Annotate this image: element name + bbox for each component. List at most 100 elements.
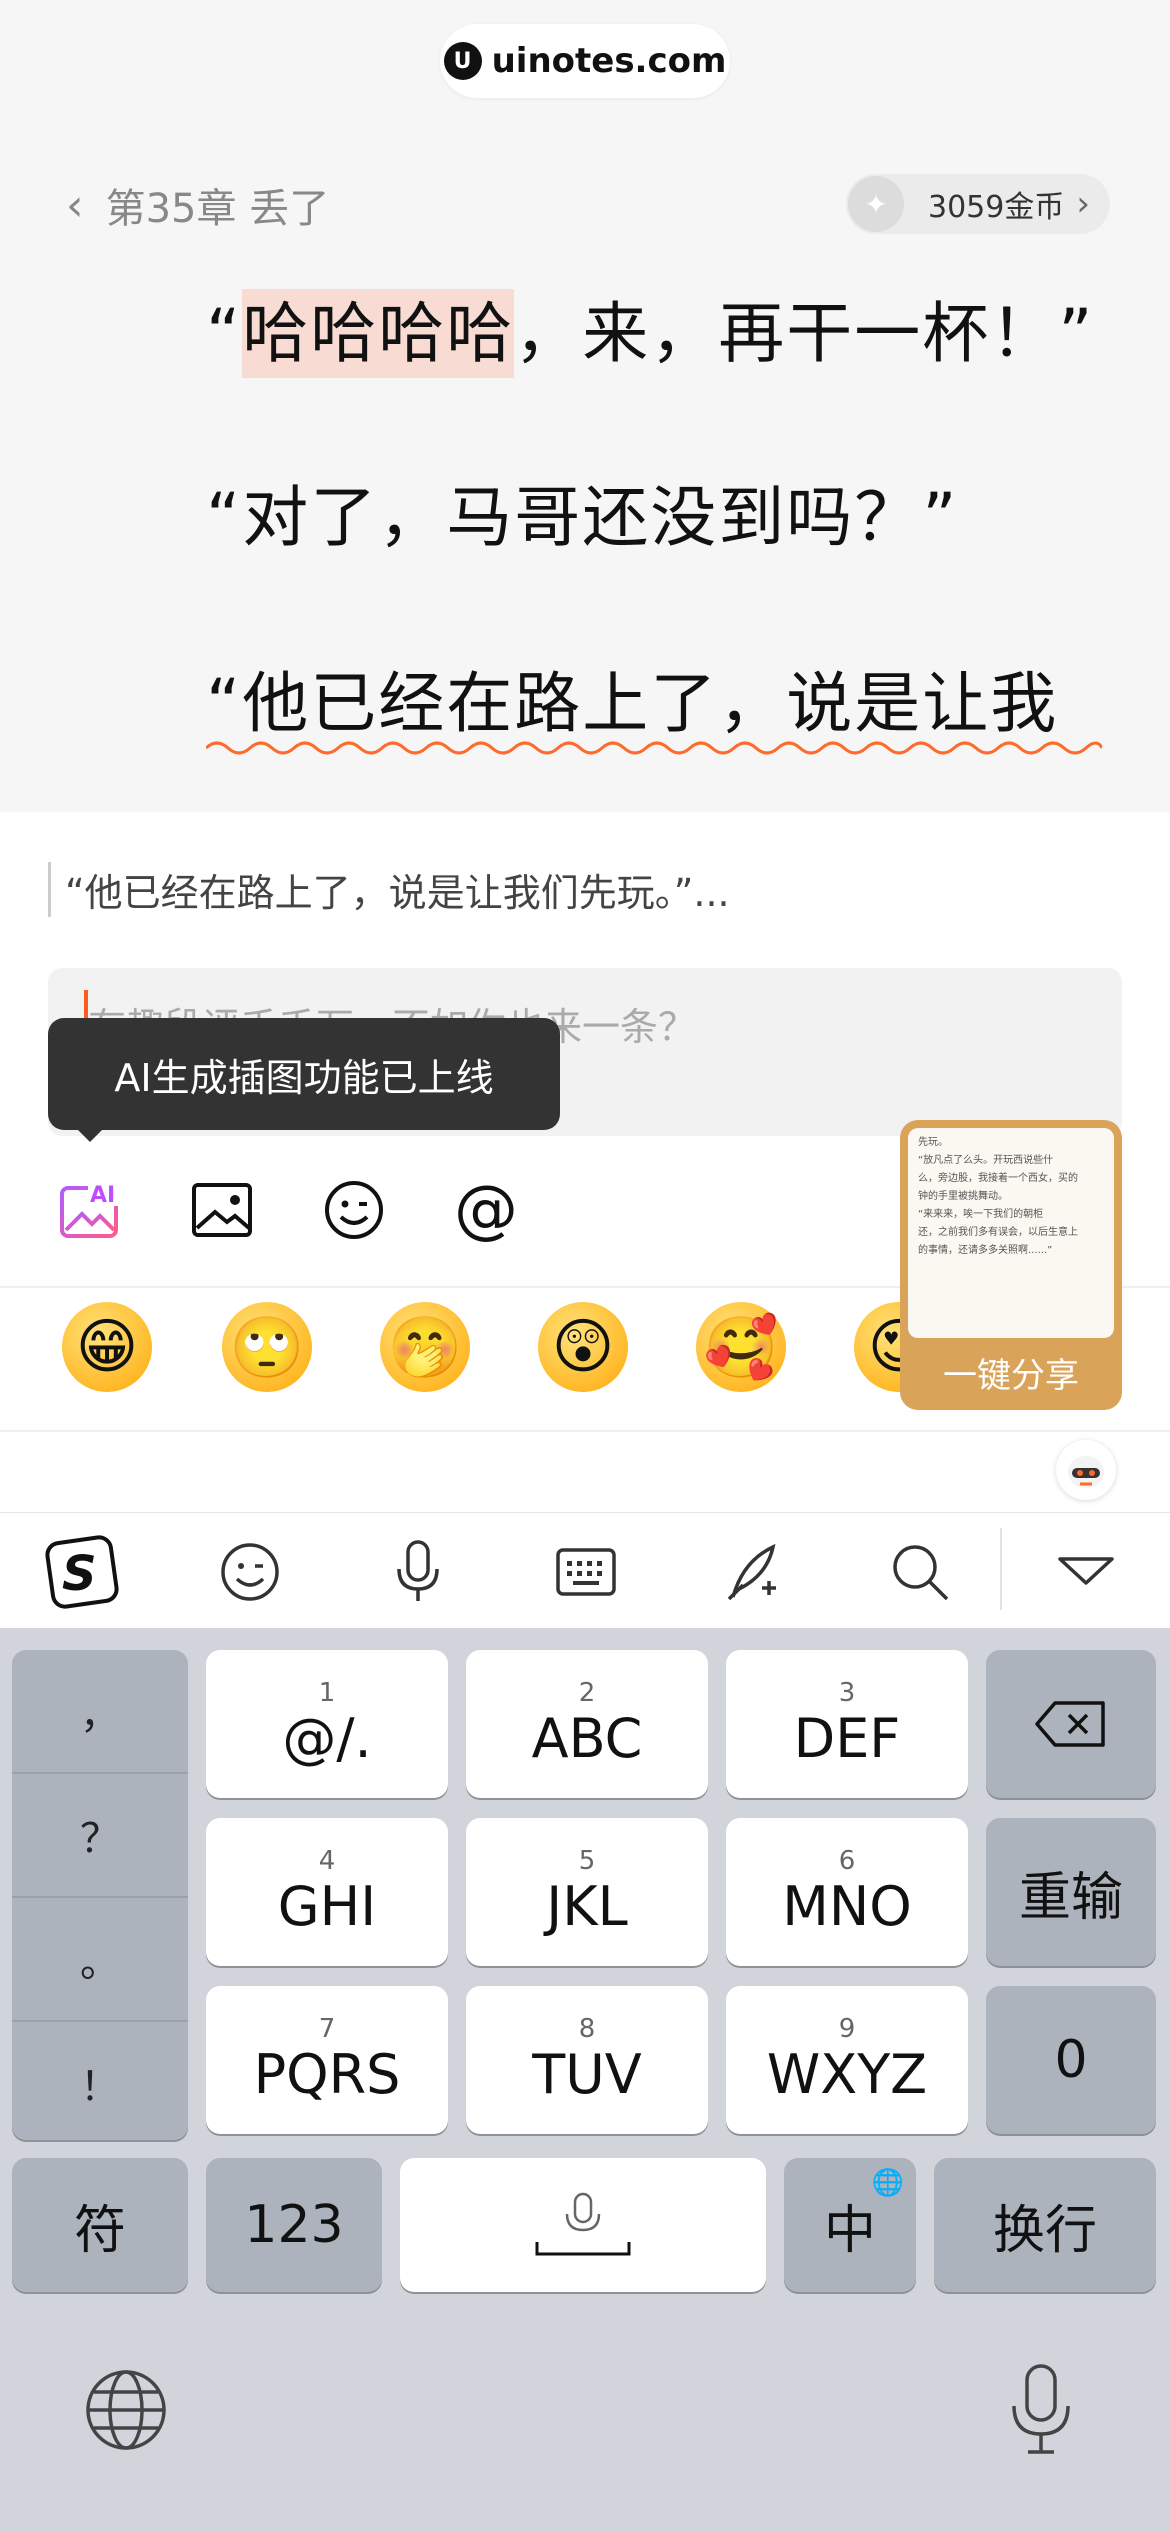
emoji-icon[interactable] [320,1176,388,1244]
keyboard-icon[interactable] [544,1530,628,1614]
handwriting-icon[interactable] [712,1530,796,1614]
quote-mark: “ [206,295,243,372]
preview-line: 还，之前我们多有误会，以后生意上 [918,1227,1078,1238]
emoji-hand-over-mouth[interactable]: 🤭 [380,1302,470,1392]
key-label: DEF [793,1707,901,1770]
svg-text:S: S [62,1546,97,1602]
key-label: 换行 [992,2200,1097,2261]
line-1-rest: ，来，再干一杯！” [514,295,1095,372]
key-9[interactable]: 9 WXYZ [726,1986,968,2134]
key-comma[interactable]: ， [12,1650,188,1774]
key-label: MNO [782,1875,912,1938]
key-label: JKL [546,1875,628,1938]
key-number: 1 [318,1678,336,1708]
globe-icon[interactable] [84,2368,168,2452]
chevron-right-icon: › [1076,184,1090,224]
key-label: WXYZ [766,2043,928,2106]
numbers-key[interactable]: 123 [206,2158,382,2292]
enter-key[interactable]: 换行 [934,2158,1156,2292]
symbols-key[interactable]: 符 [12,2158,188,2292]
key-number: 4 [318,1846,336,1876]
emoji-blushing[interactable]: 🥰 [696,1302,786,1392]
key-question[interactable]: ？ [12,1774,188,1898]
search-icon[interactable] [878,1530,962,1614]
key-0[interactable]: 0 [986,1986,1156,2134]
reenter-key[interactable]: 重输 [986,1818,1156,1966]
watermark-text: uinotes.com [491,41,727,81]
globe-small-icon: 🌐 [871,2168,904,2198]
image-icon[interactable] [188,1176,256,1244]
key-5[interactable]: 5 JKL [466,1818,708,1966]
key-label: TUV [532,2043,642,2106]
key-2[interactable]: 2 ABC [466,1650,708,1798]
sogou-logo-icon[interactable]: S [40,1530,124,1614]
share-card[interactable]: 先玩。 “放凡点了么头。开玩西说些什 么，旁边股，我接着一个西女，买的 钟的手里… [900,1120,1122,1410]
key-number: 3 [838,1678,856,1708]
coin-balance-button[interactable]: ✦ 3059金币 › [846,174,1110,234]
mascot-icon[interactable] [1056,1440,1116,1500]
emoji-confused[interactable]: 😲 [538,1302,628,1392]
ai-feature-tooltip: AI生成插图功能已上线 [48,1018,560,1130]
key-label: 重输 [1018,1867,1123,1928]
key-number: 7 [318,2014,336,2044]
backspace-key[interactable] [986,1650,1156,1798]
highlighted-text[interactable]: 哈哈哈哈 [242,289,515,378]
preview-line: 的事情，还请多多关照啊......” [918,1245,1053,1256]
preview-line: “放凡点了么头。开玩西说些什 [918,1155,1054,1166]
ai-image-icon[interactable]: AI [56,1176,124,1244]
share-preview: 先玩。 “放凡点了么头。开玩西说些什 么，旁边股，我接着一个西女，买的 钟的手里… [908,1128,1114,1338]
key-6[interactable]: 6 MNO [726,1818,968,1966]
emoji-icon[interactable] [208,1530,292,1614]
microphone-icon[interactable] [376,1530,460,1614]
collapse-keyboard-icon[interactable] [1044,1530,1128,1614]
preview-line: “来来来，唉一下我们的朝柜 [918,1209,1044,1220]
reading-line-3[interactable]: “他已经在路上了，说是让我 [206,650,1058,746]
backspace-icon [1035,1701,1105,1747]
key-label: 123 [244,2195,344,2255]
tooltip-arrow [76,1128,104,1142]
key-4[interactable]: 4 GHI [206,1818,448,1966]
watermark: U uinotes.com [440,24,730,98]
emoji-rolling-eyes[interactable]: 🙄 [222,1302,312,1392]
key-label: 中 [823,2200,876,2261]
preview-line: 先玩。 [918,1137,948,1148]
dictation-icon[interactable] [1006,2362,1076,2458]
share-label: 一键分享 [943,1356,1079,1396]
preview-line: 钟的手里被挑舞动。 [918,1191,1008,1202]
key-1[interactable]: 1 @/. [206,1650,448,1798]
language-key[interactable]: 中 🌐 [784,2158,916,2292]
space-key[interactable] [400,2158,766,2292]
chapter-title: 第35章 丢了 [105,186,330,232]
wavy-underline [206,741,1102,755]
key-number: 8 [578,2014,596,2044]
back-button[interactable]: ‹ 第35章 丢了 [66,176,329,234]
divider [0,1430,1170,1432]
preview-line: 么，旁边股，我接着一个西女，买的 [918,1173,1078,1184]
space-mic-icon [535,2192,631,2256]
key-number: 2 [578,1678,596,1708]
key-period[interactable]: 。 [12,1898,188,2022]
toolbar-divider [1000,1528,1002,1610]
key-number: 9 [838,2014,856,2044]
reading-line-2[interactable]: “对了，马哥还没到吗？” [206,464,958,560]
key-exclaim[interactable]: ！ [12,2022,188,2144]
key-7[interactable]: 7 PQRS [206,1986,448,2134]
key-label: 0 [1054,2030,1088,2090]
quoted-text: “他已经在路上了，说是让我们先玩。”... [48,862,730,917]
key-label: @/. [282,1707,372,1770]
key-label: ABC [531,1707,643,1770]
key-label: PQRS [253,2043,401,2106]
chevron-left-icon: ‹ [66,179,84,231]
punctuation-column[interactable]: ， ？ 。 ！ [12,1650,188,2140]
key-label: 符 [73,2200,126,2261]
mention-icon[interactable]: @ [452,1173,520,1247]
key-3[interactable]: 3 DEF [726,1650,968,1798]
key-number: 5 [578,1846,596,1876]
reading-line-1[interactable]: “哈哈哈哈，来，再干一杯！” [206,280,1095,378]
key-8[interactable]: 8 TUV [466,1986,708,2134]
key-label: GHI [277,1875,377,1938]
uinotes-logo-icon: U [443,42,482,80]
emoji-grinning[interactable]: 😁 [62,1302,152,1392]
coin-icon: ✦ [848,176,904,232]
svg-text:AI: AI [90,1183,115,1208]
